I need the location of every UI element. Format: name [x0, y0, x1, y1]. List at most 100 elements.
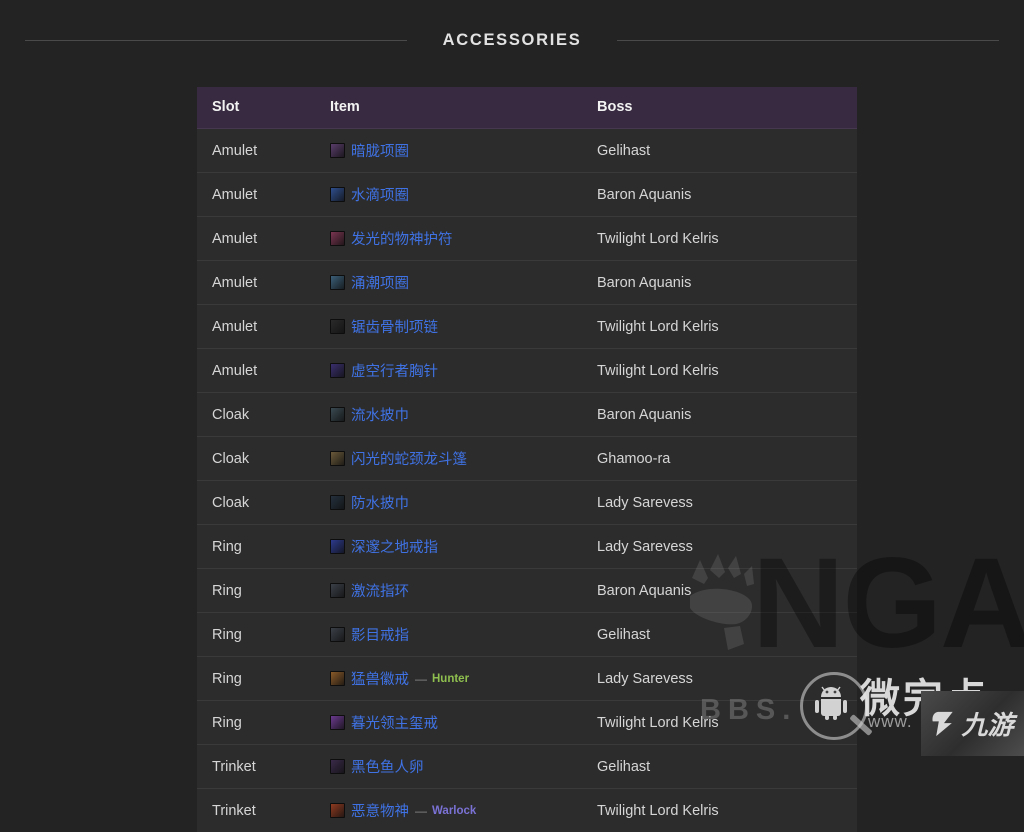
item-icon	[330, 187, 345, 202]
cell-item: 闪光的蛇颈龙斗篷	[330, 437, 597, 481]
item-link[interactable]: 暮光领主玺戒	[351, 712, 438, 733]
item-link[interactable]: 防水披巾	[351, 492, 409, 513]
cell-item: 虚空行者胸针	[330, 349, 597, 393]
item-link[interactable]: 激流指环	[351, 580, 409, 601]
jiuyou-label: 九游	[961, 705, 1013, 742]
item-link[interactable]: 恶意物神	[351, 800, 409, 821]
cell-item: 黑色鱼人卵	[330, 745, 597, 789]
item-icon	[330, 539, 345, 554]
item-link[interactable]: 流水披巾	[351, 404, 409, 425]
cell-boss: Lady Sarevess	[597, 481, 857, 525]
cell-boss: Twilight Lord Kelris	[597, 305, 857, 349]
item-cell: 虚空行者胸针	[330, 360, 597, 381]
item-icon	[330, 495, 345, 510]
item-icon	[330, 627, 345, 642]
accessories-table: Slot Item Boss Amulet 暗胧项圈 Gelihast Amulet 水…	[197, 87, 857, 832]
item-link[interactable]: 发光的物神护符	[351, 228, 453, 249]
item-icon	[330, 363, 345, 378]
table-row: Ring激流指环Baron Aquanis	[197, 569, 857, 613]
table-row: Trinket黑色鱼人卵Gelihast	[197, 745, 857, 789]
class-restriction-tag: Hunter	[432, 673, 469, 685]
table-header-row: Slot Item Boss	[197, 87, 857, 129]
cell-boss: Twilight Lord Kelris	[597, 349, 857, 393]
cell-slot: Ring	[197, 525, 330, 569]
cell-item: 暮光领主玺戒	[330, 701, 597, 745]
cell-boss: Baron Aquanis	[597, 261, 857, 305]
site-url-watermark: www.	[868, 712, 913, 732]
item-cell: 流水披巾	[330, 404, 597, 425]
table-body: Amulet 暗胧项圈 Gelihast Amulet 水滴项圈 Baron Aquani…	[197, 129, 857, 832]
cell-boss: Twilight Lord Kelris	[597, 217, 857, 261]
table-row: Amulet 涌潮项圈 Baron Aquanis	[197, 261, 857, 305]
cell-boss: Baron Aquanis	[597, 569, 857, 613]
cell-boss: Twilight Lord Kelris	[597, 701, 857, 745]
item-cell: 闪光的蛇颈龙斗篷	[330, 448, 597, 469]
item-link[interactable]: 深邃之地戒指	[351, 536, 438, 557]
table-row: Amulet 虚空行者胸针 Twilight Lord Kelris	[197, 349, 857, 393]
table-row: Trinket恶意物神—WarlockTwilight Lord Kelris	[197, 789, 857, 832]
class-restriction-tag: Warlock	[432, 805, 476, 817]
item-link[interactable]: 涌潮项圈	[351, 272, 409, 293]
accessories-table-container: Slot Item Boss Amulet暗胧项圈GelihastAmulet水…	[197, 87, 842, 832]
cell-boss: Gelihast	[597, 129, 857, 173]
table-row: Amulet水滴项圈Baron Aquanis	[197, 173, 857, 217]
column-header-boss[interactable]: Boss	[597, 87, 857, 129]
cell-slot: Ring	[197, 701, 330, 745]
item-link[interactable]: 猛兽徽戒	[351, 668, 409, 689]
column-header-item[interactable]: Item	[330, 87, 597, 129]
item-link[interactable]: 暗胧项圈	[351, 140, 409, 161]
table-row: Cloak流水披巾Baron Aquanis	[197, 393, 857, 437]
item-cell: 防水披巾	[330, 492, 597, 513]
cell-slot: Amulet	[197, 305, 330, 349]
section-header: ACCESSORIES	[0, 26, 1024, 54]
item-icon	[330, 451, 345, 466]
item-icon	[330, 231, 345, 246]
cell-slot: Amulet	[197, 261, 330, 305]
item-icon	[330, 803, 345, 818]
item-cell: 猛兽徽戒—Hunter	[330, 668, 597, 689]
cell-item: 深邃之地戒指	[330, 525, 597, 569]
page-title: ACCESSORIES	[443, 31, 582, 50]
table-header: Slot Item Boss	[197, 87, 857, 129]
cell-item: 影目戒指	[330, 613, 597, 657]
item-link[interactable]: 黑色鱼人卵	[351, 756, 424, 777]
item-cell: 黑色鱼人卵	[330, 756, 597, 777]
cell-slot: Amulet	[197, 129, 330, 173]
item-link[interactable]: 水滴项圈	[351, 184, 409, 205]
cell-item: 发光的物神护符	[330, 217, 597, 261]
item-icon	[330, 319, 345, 334]
item-cell: 深邃之地戒指	[330, 536, 597, 557]
item-cell: 激流指环	[330, 580, 597, 601]
cell-slot: Cloak	[197, 481, 330, 525]
item-link[interactable]: 影目戒指	[351, 624, 409, 645]
cell-slot: Amulet	[197, 173, 330, 217]
column-header-slot[interactable]: Slot	[197, 87, 330, 129]
item-cell: 发光的物神护符	[330, 228, 597, 249]
cell-item: 暗胧项圈	[330, 129, 597, 173]
cell-boss: Twilight Lord Kelris	[597, 789, 857, 832]
item-link[interactable]: 闪光的蛇颈龙斗篷	[351, 448, 467, 469]
heading-rule-left	[25, 40, 407, 41]
item-icon	[330, 407, 345, 422]
cell-item: 防水披巾	[330, 481, 597, 525]
table-row: Ring影目戒指Gelihast	[197, 613, 857, 657]
cell-item: 涌潮项圈	[330, 261, 597, 305]
item-cell: 恶意物神—Warlock	[330, 800, 597, 821]
table-row: Ring 暮光领主玺戒 Twilight Lord Kelris	[197, 701, 857, 745]
item-cell: 锯齿骨制项链	[330, 316, 597, 337]
item-cell: 影目戒指	[330, 624, 597, 645]
item-link[interactable]: 锯齿骨制项链	[351, 316, 438, 337]
item-icon	[330, 759, 345, 774]
item-link[interactable]: 虚空行者胸针	[351, 360, 438, 381]
cell-slot: Trinket	[197, 789, 330, 832]
table-row: Cloak 防水披巾 Lady Sarevess	[197, 481, 857, 525]
table-row: Ring猛兽徽戒—HunterLady Sarevess	[197, 657, 857, 701]
cell-boss: Gelihast	[597, 745, 857, 789]
item-icon	[330, 143, 345, 158]
item-icon	[330, 671, 345, 686]
item-icon	[330, 583, 345, 598]
heading-rule-right	[617, 40, 999, 41]
table-row: Amulet发光的物神护符Twilight Lord Kelris	[197, 217, 857, 261]
cell-boss: Gelihast	[597, 613, 857, 657]
cell-slot: Amulet	[197, 349, 330, 393]
